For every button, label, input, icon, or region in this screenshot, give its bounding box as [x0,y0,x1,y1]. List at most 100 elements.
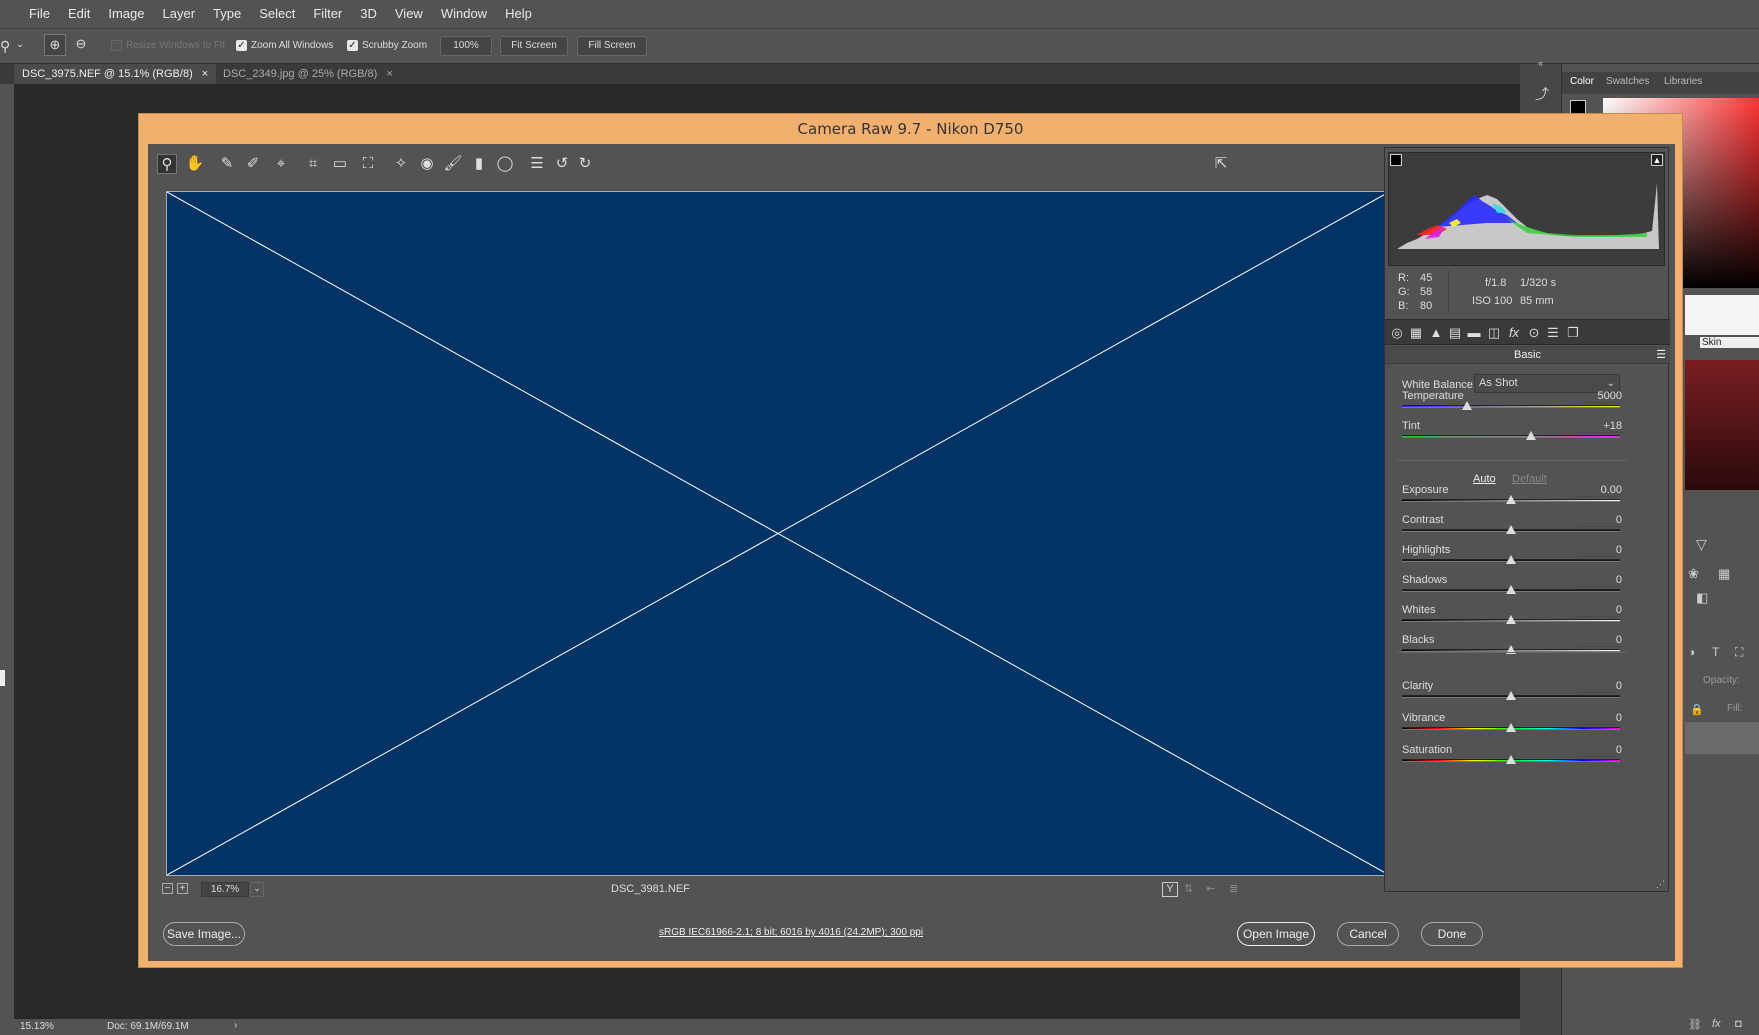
menu-select[interactable]: Select [250,0,304,28]
fullscreen-icon[interactable]: ⇱ [1211,154,1231,174]
save-image-button[interactable]: Save Image... [163,922,245,946]
menu-image[interactable]: Image [99,0,153,28]
tab-dsc-3975[interactable]: DSC_3975.NEF @ 15.1% (RGB/8) × [14,64,217,84]
close-icon[interactable]: × [202,68,208,80]
split-toning-icon[interactable]: ▬ [1465,324,1483,342]
zoom-100-button[interactable]: 100% [440,36,492,56]
slider-track[interactable] [1402,405,1620,408]
white-balance-icon[interactable]: ✎ [217,154,237,174]
history-icon[interactable]: ⤴ [1535,84,1549,104]
done-button[interactable]: Done [1421,922,1483,946]
tab-swatches[interactable]: Swatches [1606,76,1649,87]
chevron-down-icon[interactable]: ⌄ [16,39,24,50]
toggle-settings-icon[interactable]: ≣ [1229,882,1238,895]
zoom-in-button[interactable]: + [177,883,188,894]
slider-track[interactable] [1402,435,1620,438]
basic-tab-icon[interactable]: ◎ [1388,324,1406,342]
slider-tint[interactable]: Tint +18 [1402,420,1622,442]
zoom-dropdown-icon[interactable]: ⌄ [250,882,264,897]
slider-thumb[interactable] [1506,723,1516,732]
lens-corrections-icon[interactable]: ◫ [1485,324,1503,342]
open-image-button[interactable]: Open Image [1237,922,1315,946]
add-mask-icon[interactable]: ◘ [1735,1018,1742,1030]
camera-calibration-icon[interactable]: ⊙ [1525,324,1543,342]
rotate-right-icon[interactable]: ↻ [575,154,595,174]
menu-layer[interactable]: Layer [154,0,205,28]
slider-value-field[interactable]: 0 [1577,604,1622,617]
target-adjust-icon[interactable]: ⌖ [271,154,291,174]
fx-icon[interactable]: fx [1712,1018,1721,1030]
presets-icon[interactable]: ☰ [1544,324,1562,342]
slider-temperature[interactable]: Temperature 5000 [1402,390,1622,412]
resize-windows-checkbox[interactable]: Resize Windows to Fit [111,40,225,51]
transform-icon[interactable]: ⛶ [1735,645,1743,660]
effects-icon[interactable]: fx [1505,324,1523,342]
status-zoom[interactable]: 15.13% [20,1021,54,1032]
slider-thumb[interactable] [1506,525,1516,534]
tools-panel[interactable] [0,84,14,1019]
graduated-filter-icon[interactable]: ▮ [469,154,489,174]
slider-value-field[interactable]: 5000 [1577,390,1622,403]
panel-menu-icon[interactable]: ☰ [1656,346,1666,364]
foreground-color-swatch[interactable] [0,670,5,686]
menu-window[interactable]: Window [432,0,496,28]
preferences-icon[interactable]: ☰ [527,154,547,174]
lock-icon[interactable]: 🔒 [1690,703,1704,716]
triangle-icon[interactable]: ▽ [1696,536,1707,553]
shadow-clipping-icon[interactable] [1390,154,1402,166]
highlight-clipping-icon[interactable]: ▲ [1651,154,1663,166]
cancel-button[interactable]: Cancel [1337,922,1399,946]
zoom-out-icon[interactable]: ⊖ [70,34,92,56]
tab-libraries[interactable]: Libraries [1664,76,1702,87]
slider-contrast[interactable]: Contrast 0 [1402,514,1622,536]
before-after-icon[interactable]: Y [1162,882,1178,897]
transform-icon[interactable]: ⛶ [358,154,378,174]
slider-clarity[interactable]: Clarity 0 [1402,680,1622,702]
zoom-icon[interactable]: ⚲ [157,154,177,174]
slider-value-field[interactable]: 0 [1577,514,1622,527]
menu-file[interactable]: File [20,0,59,28]
hsl-icon[interactable]: ▤ [1446,324,1464,342]
spot-removal-icon[interactable]: ✧ [391,154,411,174]
mask-icon[interactable]: ◑ [1688,645,1695,659]
straighten-icon[interactable]: ▭ [330,154,350,174]
slider-thumb[interactable] [1462,401,1473,410]
slider-whites[interactable]: Whites 0 [1402,604,1622,626]
slider-thumb[interactable] [1506,755,1516,764]
menu-help[interactable]: Help [496,0,541,28]
slider-value-field[interactable]: 0 [1577,574,1622,587]
zoom-out-button[interactable]: − [162,883,173,894]
adjustment-brush-icon[interactable]: 🖌 [443,154,463,174]
auto-link[interactable]: Auto [1473,473,1496,485]
slider-value-field[interactable]: 0.00 [1577,484,1622,497]
slider-vibrance[interactable]: Vibrance 0 [1402,712,1622,734]
crop-icon[interactable]: ⌗ [303,154,323,174]
square-icon[interactable]: ◧ [1696,590,1708,606]
slider-value-field[interactable]: +18 [1577,420,1622,433]
zoom-level-field[interactable]: 16.7% [201,882,249,897]
chevron-right-icon[interactable]: › [234,1020,237,1031]
link-icon[interactable]: ⛓ [1688,1018,1702,1031]
color-sampler-icon[interactable]: ✐ [243,154,263,174]
resize-grip-icon[interactable]: ⋰ [1656,879,1665,890]
slider-thumb[interactable] [1506,615,1516,624]
type-icon[interactable]: T [1712,645,1719,659]
tab-color[interactable]: Color [1570,76,1594,87]
slider-exposure[interactable]: Exposure 0.00 [1402,484,1622,506]
rotate-left-icon[interactable]: ↺ [552,154,572,174]
image-preview[interactable] [166,191,1390,876]
collapse-icon[interactable]: « [1538,58,1543,68]
slider-shadows[interactable]: Shadows 0 [1402,574,1622,596]
zoom-in-icon[interactable]: ⊕ [44,34,66,56]
menu-view[interactable]: View [386,0,432,28]
close-icon[interactable]: × [386,68,392,80]
slider-highlights[interactable]: Highlights 0 [1402,544,1622,566]
zoom-tool-icon[interactable]: ⚲ [0,38,10,55]
slider-value-field[interactable]: 0 [1577,744,1622,757]
slider-thumb[interactable] [1506,691,1516,700]
grid-icon[interactable]: ▦ [1718,566,1730,582]
copy-settings-icon[interactable]: ⇤ [1206,882,1215,895]
red-eye-icon[interactable]: ◉ [417,154,437,174]
circles-icon[interactable]: ❀ [1688,566,1699,582]
slider-value-field[interactable]: 0 [1577,680,1622,693]
